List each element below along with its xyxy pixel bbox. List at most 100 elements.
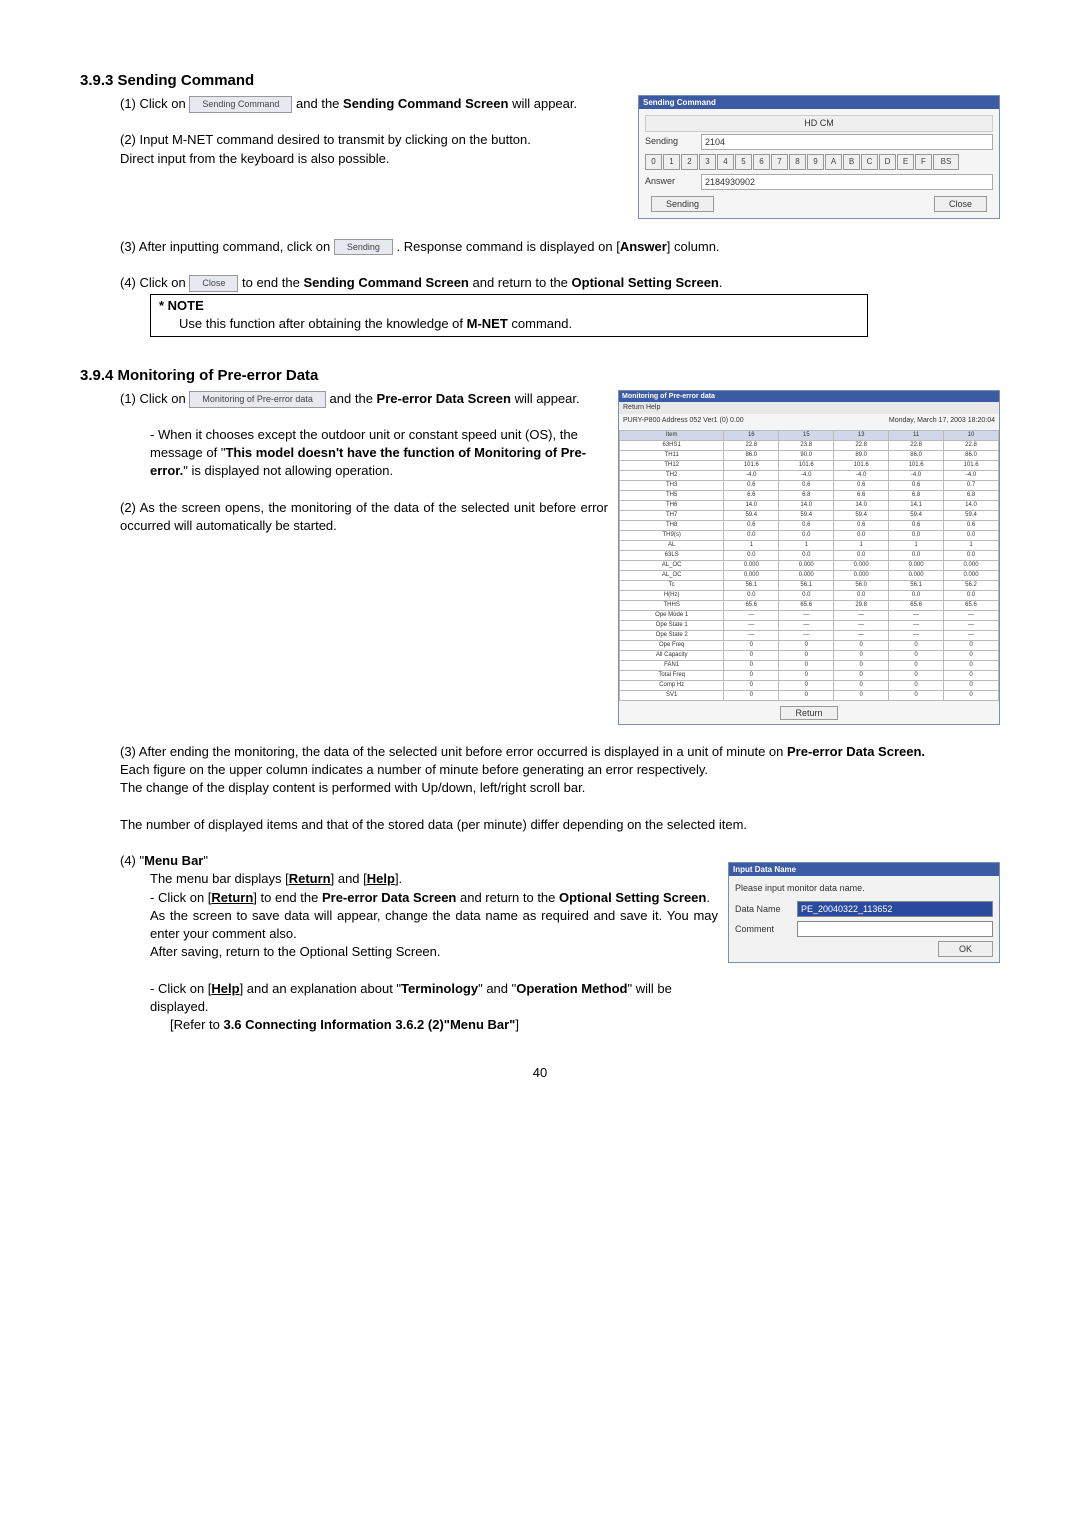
table-cell: 59.4 [889, 511, 944, 521]
preerror-table: Item161513111063HS122.823.822.822.822.8T… [619, 430, 999, 701]
help-link: Help [367, 871, 395, 886]
text: will appear. [515, 391, 580, 406]
key-bs[interactable]: BS [933, 154, 959, 170]
key-9[interactable]: 9 [807, 154, 824, 170]
return-link: Return [211, 890, 253, 905]
table-cell: 63LS [620, 551, 724, 561]
key-1[interactable]: 1 [663, 154, 680, 170]
table-cell: 0.0 [889, 551, 944, 561]
text-bold: Answer [620, 239, 667, 254]
table-cell: 1 [944, 541, 999, 551]
table-cell: TH2 [620, 471, 724, 481]
table-cell: 0 [779, 661, 834, 671]
table-cell: 56.1 [779, 581, 834, 591]
table-cell: 56.1 [724, 581, 779, 591]
table-row: Total Freq00000 [620, 671, 999, 681]
key-4[interactable]: 4 [717, 154, 734, 170]
table-cell: 56.2 [944, 581, 999, 591]
key-b[interactable]: B [843, 154, 860, 170]
table-row: All Capacity00000 [620, 651, 999, 661]
return-button[interactable]: Return [780, 706, 837, 720]
key-5[interactable]: 5 [735, 154, 752, 170]
table-cell: TH12 [620, 461, 724, 471]
comment-input[interactable] [797, 921, 993, 937]
key-a[interactable]: A [825, 154, 842, 170]
text: " and " [478, 981, 516, 996]
key-8[interactable]: 8 [789, 154, 806, 170]
table-cell: 0.0 [889, 531, 944, 541]
sending-command-button[interactable]: Sending Command [189, 96, 292, 113]
key-c[interactable]: C [861, 154, 878, 170]
answer-output: 2184930902 [701, 174, 993, 190]
table-header: 16 [724, 431, 779, 441]
key-f[interactable]: F [915, 154, 932, 170]
key-3[interactable]: 3 [699, 154, 716, 170]
table-cell: SV1 [620, 691, 724, 701]
table-cell: 0.6 [889, 521, 944, 531]
text: ] and an explanation about " [240, 981, 401, 996]
key-7[interactable]: 7 [771, 154, 788, 170]
key-2[interactable]: 2 [681, 154, 698, 170]
table-cell: H(Hz) [620, 591, 724, 601]
table-cell: — [889, 631, 944, 641]
table-cell: FAN1 [620, 661, 724, 671]
table-cell: — [889, 611, 944, 621]
table-cell: 0 [944, 671, 999, 681]
table-cell: 0 [779, 681, 834, 691]
table-cell: — [889, 621, 944, 631]
table-cell: 0 [834, 641, 889, 651]
table-cell: 0.0 [944, 591, 999, 601]
input-data-name-window: Input Data Name Please input monitor dat… [728, 862, 1000, 962]
table-cell: 23.8 [779, 441, 834, 451]
table-row: FAN100000 [620, 661, 999, 671]
table-cell: 101.6 [889, 461, 944, 471]
table-cell: 0.6 [834, 481, 889, 491]
table-cell: — [724, 621, 779, 631]
table-cell: 0.0 [779, 551, 834, 561]
table-cell: 56.0 [834, 581, 889, 591]
text: " is displayed not allowing operation. [183, 463, 393, 478]
table-cell: 101.6 [779, 461, 834, 471]
note-box: * NOTE Use this function after obtaining… [150, 294, 868, 336]
hdcm-label: HD CM [645, 115, 993, 132]
text-bold: Sending Command Screen [343, 96, 508, 111]
p393-4: (4) Click on Close to end the Sending Co… [120, 274, 1000, 292]
text: The change of the display content is per… [120, 780, 585, 795]
key-d[interactable]: D [879, 154, 896, 170]
table-cell: — [834, 611, 889, 621]
key-0[interactable]: 0 [645, 154, 662, 170]
table-cell: 14.1 [889, 501, 944, 511]
table-cell: TH7 [620, 511, 724, 521]
menu-bar[interactable]: Return Help [619, 402, 999, 414]
close-button-inline[interactable]: Close [189, 275, 238, 292]
table-cell: Ope Freq [620, 641, 724, 651]
timestamp: Monday, March 17, 2003 18:20:04 [889, 416, 995, 426]
table-row: THHS65.665.629.865.665.6 [620, 601, 999, 611]
close-button[interactable]: Close [934, 196, 987, 213]
p394-4-help: - Click on [Help] and an explanation abo… [150, 980, 718, 1016]
p394-2: (2) As the screen opens, the monitoring … [120, 499, 608, 535]
sending-command-window: Sending Command HD CM Sending 2104 01234… [638, 95, 1000, 219]
sending-button[interactable]: Sending [651, 196, 714, 213]
monitoring-preerror-button[interactable]: Monitoring of Pre-error data [189, 391, 326, 408]
table-cell: 0 [779, 651, 834, 661]
table-cell: 89.0 [834, 451, 889, 461]
table-cell: AL_OC [620, 571, 724, 581]
table-cell: -4.0 [834, 471, 889, 481]
table-cell: 0.000 [889, 571, 944, 581]
text: (3) After inputting command, click on [120, 239, 334, 254]
text: [Refer to [170, 1017, 223, 1032]
table-cell: 0.0 [834, 591, 889, 601]
sending-button-inline[interactable]: Sending [334, 239, 393, 256]
key-e[interactable]: E [897, 154, 914, 170]
data-name-input[interactable]: PE_20040322_113652 [797, 901, 993, 917]
key-6[interactable]: 6 [753, 154, 770, 170]
table-cell: Ope State 2 [620, 631, 724, 641]
table-cell: TH9(s) [620, 531, 724, 541]
sending-input[interactable]: 2104 [701, 134, 993, 150]
table-cell: 0.0 [779, 531, 834, 541]
table-cell: 0.0 [779, 591, 834, 601]
table-cell: -4.0 [889, 471, 944, 481]
table-cell: 22.8 [944, 441, 999, 451]
ok-button[interactable]: OK [938, 941, 993, 957]
